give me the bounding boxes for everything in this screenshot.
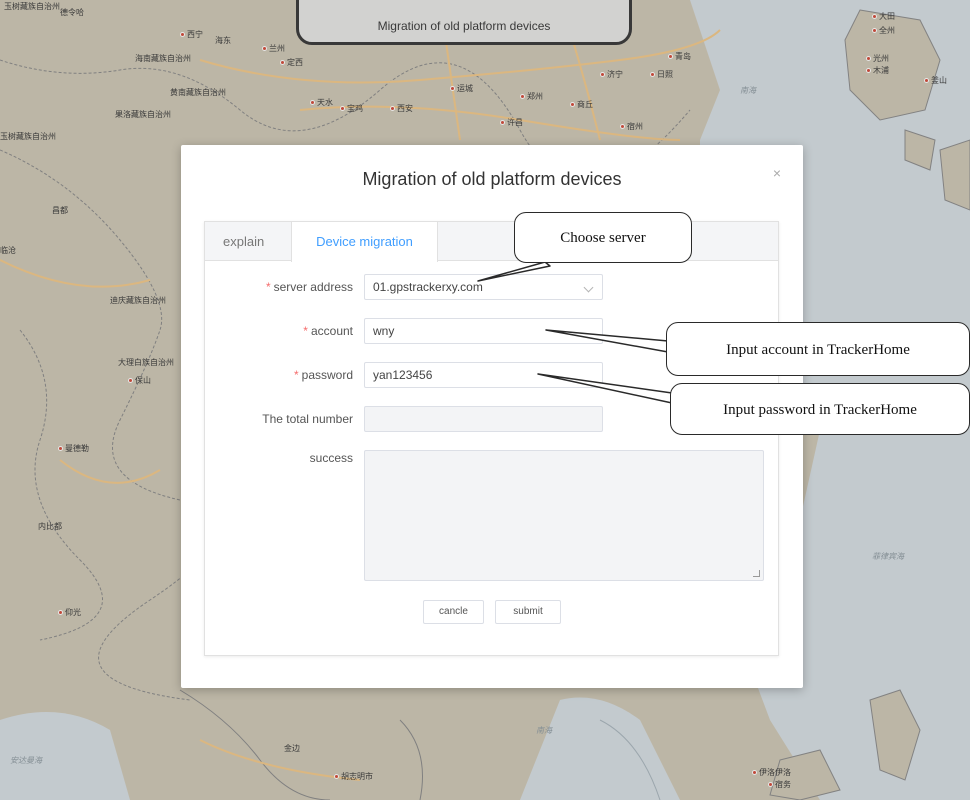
account-input[interactable] <box>364 318 603 344</box>
server-address-select[interactable]: 01.gpstrackerxy.com <box>364 274 603 300</box>
server-address-value: 01.gpstrackerxy.com <box>373 280 483 294</box>
callout-input-password: Input password in TrackerHome <box>670 383 970 435</box>
form-row-server-address: * server address 01.gpstrackerxy.com <box>205 274 780 300</box>
tab-bar: explain Device migration <box>205 222 778 262</box>
password-label: * password <box>293 368 353 382</box>
success-textarea[interactable] <box>364 450 764 581</box>
close-icon[interactable]: × <box>773 165 781 181</box>
account-label: * account <box>303 324 353 338</box>
password-input[interactable] <box>364 362 603 388</box>
success-label: success <box>309 451 353 465</box>
cancel-button[interactable]: cancle <box>423 600 484 624</box>
submit-button[interactable]: submit <box>495 600 561 624</box>
callout-input-account: Input account in TrackerHome <box>666 322 970 376</box>
dialog-title: Migration of old platform devices <box>362 169 622 189</box>
server-address-label: * server address <box>265 280 353 294</box>
callout-choose-server: Choose server <box>514 212 692 263</box>
tab-device-migration[interactable]: Device migration <box>291 222 438 262</box>
required-mark: * <box>293 368 299 382</box>
required-mark: * <box>265 280 271 294</box>
chevron-down-icon <box>583 282 594 293</box>
required-mark: * <box>303 324 308 338</box>
resize-grip-icon[interactable] <box>753 570 760 577</box>
tab-explain[interactable]: explain <box>205 222 282 261</box>
tab-panel: explain Device migration * server address… <box>204 221 779 656</box>
total-number-label: The total number <box>262 412 353 426</box>
total-number-field <box>364 406 603 432</box>
